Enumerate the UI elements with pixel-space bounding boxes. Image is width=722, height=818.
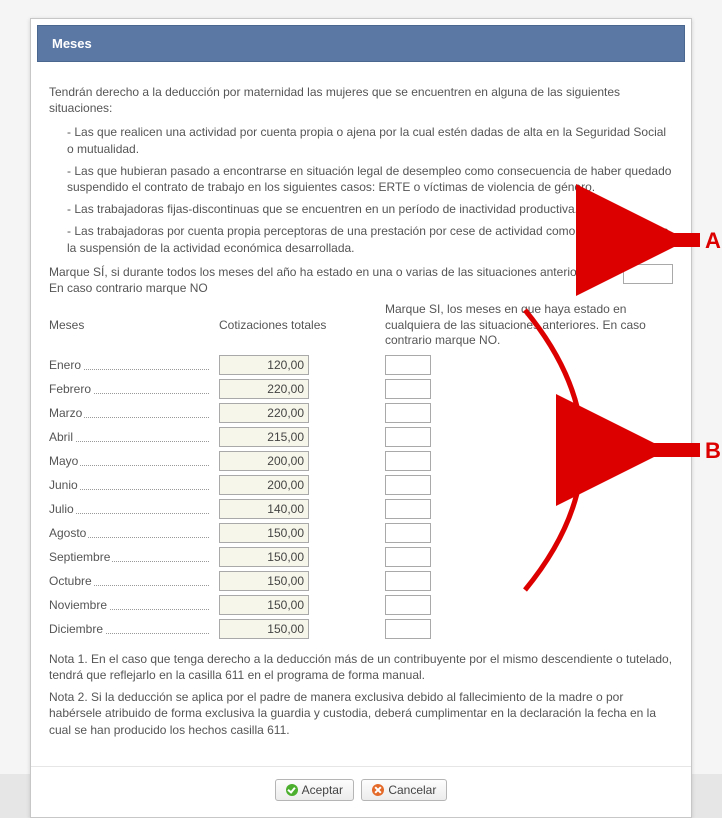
month-cell: Agosto [49,522,209,544]
all-year-question-text: Marque SÍ, si durante todos los meses de… [49,264,623,296]
month-si-input[interactable] [385,571,431,591]
month-cell: Octubre [49,570,209,592]
situation-item: Las que realicen una actividad por cuent… [67,124,673,156]
month-cell: Abril [49,426,209,448]
month-si-input[interactable] [385,499,431,519]
cotizacion-input[interactable] [219,403,309,423]
modal-body: Tendrán derecho a la deducción por mater… [31,68,691,758]
all-year-input[interactable] [623,264,673,284]
month-label: Octubre [49,574,94,588]
month-si-input[interactable] [385,523,431,543]
month-cell: Diciembre [49,618,209,640]
month-label: Noviembre [49,598,109,612]
marker-a-label: A [705,228,721,254]
intro-text: Tendrán derecho a la deducción por mater… [49,84,673,116]
month-cell: Enero [49,354,209,376]
month-cell: Febrero [49,378,209,400]
cotizacion-input[interactable] [219,355,309,375]
cotizacion-input[interactable] [219,427,309,447]
month-si-input[interactable] [385,427,431,447]
month-cell: Mayo [49,450,209,472]
ok-icon [286,784,298,796]
month-cell: Marzo [49,402,209,424]
month-label: Enero [49,358,83,372]
situation-item: Las que hubieran pasado a encontrarse en… [67,163,673,195]
month-label: Julio [49,502,76,516]
month-si-input[interactable] [385,355,431,375]
notes: Nota 1. En el caso que tenga derecho a l… [49,651,673,738]
month-si-input[interactable] [385,619,431,639]
accept-button-label: Aceptar [302,783,343,797]
cotizacion-input[interactable] [219,451,309,471]
cotizacion-input[interactable] [219,379,309,399]
months-grid: Meses Cotizaciones totales Marque SI, lo… [49,302,673,641]
month-label: Junio [49,478,80,492]
col-meses-header: Meses [49,318,209,336]
marker-b-label: B [705,438,721,464]
situation-item: Las trabajadoras fijas-discontinuas que … [67,201,673,217]
cancel-button-label: Cancelar [388,783,436,797]
cancel-icon [372,784,384,796]
accept-button[interactable]: Aceptar [275,779,354,801]
month-label: Febrero [49,382,93,396]
note-1: Nota 1. En el caso que tenga derecho a l… [49,651,673,683]
cancel-button[interactable]: Cancelar [361,779,447,801]
month-cell: Noviembre [49,594,209,616]
cotizacion-input[interactable] [219,571,309,591]
modal-meses: Meses Tendrán derecho a la deducción por… [30,18,692,818]
col-marque-si-header: Marque SI, los meses en que haya estado … [379,302,673,353]
cotizacion-input[interactable] [219,619,309,639]
cotizacion-input[interactable] [219,523,309,543]
month-label: Agosto [49,526,88,540]
month-label: Septiembre [49,550,112,564]
modal-title: Meses [37,25,685,62]
month-cell: Septiembre [49,546,209,568]
month-label: Mayo [49,454,80,468]
all-year-question-row: Marque SÍ, si durante todos los meses de… [49,264,673,296]
month-si-input[interactable] [385,379,431,399]
month-label: Marzo [49,406,84,420]
cotizacion-input[interactable] [219,499,309,519]
month-label: Abril [49,430,75,444]
month-cell: Junio [49,474,209,496]
cotizacion-input[interactable] [219,547,309,567]
situations-list: Las que realicen una actividad por cuent… [49,124,673,255]
note-2: Nota 2. Si la deducción se aplica por el… [49,689,673,738]
month-si-input[interactable] [385,595,431,615]
situation-item: Las trabajadoras por cuenta propia perce… [67,223,673,255]
button-bar: Aceptar Cancelar [31,766,691,817]
col-cotizaciones-header: Cotizaciones totales [219,318,369,336]
month-si-input[interactable] [385,475,431,495]
month-label: Diciembre [49,622,105,636]
month-si-input[interactable] [385,547,431,567]
cotizacion-input[interactable] [219,475,309,495]
cotizacion-input[interactable] [219,595,309,615]
month-si-input[interactable] [385,403,431,423]
month-si-input[interactable] [385,451,431,471]
month-cell: Julio [49,498,209,520]
